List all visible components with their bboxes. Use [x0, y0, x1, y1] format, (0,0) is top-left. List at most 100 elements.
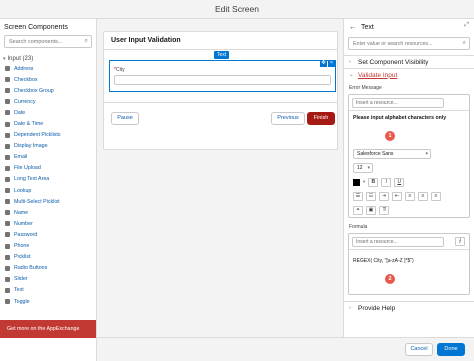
expand-icon[interactable]: ⤢ [464, 22, 469, 29]
numbered-list-icon[interactable]: ☷ [366, 191, 376, 201]
format-toolbar: ▾ B I U [349, 175, 469, 189]
validate-input-section[interactable]: ⌄ Validate Input [344, 68, 474, 81]
component-icon [5, 287, 10, 293]
component-item[interactable]: Slider [0, 274, 96, 285]
field-label: *City [114, 67, 125, 73]
bold-button[interactable]: B [368, 177, 379, 187]
error-message-body[interactable]: Please input alphabet characters only 1 [349, 111, 469, 147]
selected-text-component[interactable]: ✥ × *City [109, 60, 336, 92]
resource-search[interactable]: ⌕ [348, 37, 470, 50]
list-toolbar: ☰ ☷ ⇥ ⇤ ≡ ≡ ≡ [349, 189, 469, 203]
component-item[interactable]: Email [0, 152, 96, 163]
component-item[interactable]: Display Image [0, 141, 96, 152]
component-item[interactable]: Name [0, 207, 96, 218]
chevron-down-icon: ⌄ [349, 72, 354, 78]
component-icon [5, 165, 10, 171]
component-item[interactable]: Text [0, 285, 96, 296]
component-item[interactable]: Address [0, 63, 96, 74]
component-icon [5, 88, 10, 94]
component-item[interactable]: Dependent Picklists [0, 130, 96, 141]
component-item[interactable]: Number [0, 218, 96, 229]
component-item[interactable]: Picklist [0, 252, 96, 263]
formula-editor[interactable]: Insert a resource... ⨍ REGEX( City, "[a-… [348, 233, 470, 295]
resource-search-input[interactable] [349, 38, 457, 49]
component-label: Phone [14, 243, 30, 250]
component-item[interactable]: Currency [0, 96, 96, 107]
component-label: Checkbox Group [14, 87, 54, 94]
underline-button[interactable]: U [394, 177, 405, 187]
component-label: Multi-Select Picklist [14, 198, 60, 205]
set-visibility-section[interactable]: › Set Component Visibility [344, 55, 474, 68]
formula-label: Formula [349, 224, 368, 230]
delete-icon[interactable]: × [328, 60, 335, 67]
insert-resource-input[interactable]: Insert a resource... [352, 237, 444, 247]
pause-button[interactable]: Pause [111, 112, 139, 125]
component-icon [5, 243, 10, 249]
insert-resource-input[interactable]: Insert a resource... [352, 98, 444, 108]
italic-button[interactable]: I [381, 177, 392, 187]
clear-format-icon[interactable]: T̸ [379, 205, 389, 215]
error-message-text: Please input alphabet characters only [353, 115, 447, 121]
done-button[interactable]: Done [437, 343, 465, 356]
input-section-toggle[interactable]: ▾ Input (23) [0, 54, 96, 63]
back-arrow-icon[interactable]: ← [349, 24, 356, 31]
component-item[interactable]: Long Text Area [0, 174, 96, 185]
screen-canvas: User Input Validation Text ✥ × *City Pau… [97, 19, 343, 337]
font-size-select[interactable]: 12 ▾ [353, 163, 373, 173]
link-icon[interactable]: ⚭ [353, 205, 363, 215]
editor-resource-row: Insert a resource... [349, 95, 469, 111]
component-item[interactable]: Password [0, 229, 96, 240]
chevron-down-icon[interactable]: ▾ [363, 179, 365, 185]
component-icon [5, 188, 10, 194]
formula-function-icon[interactable]: ⨍ [455, 237, 465, 246]
align-center-icon[interactable]: ≡ [418, 191, 428, 201]
component-item[interactable]: Radio Buttons [0, 263, 96, 274]
size-toolbar: 12 ▾ [349, 161, 469, 175]
align-right-icon[interactable]: ≡ [431, 191, 441, 201]
component-item[interactable]: Date & Time [0, 118, 96, 129]
indent-icon[interactable]: ⇥ [379, 191, 389, 201]
font-family-value: Salesforce Sans [357, 151, 394, 157]
component-search[interactable]: ⌕ [4, 35, 92, 48]
formula-body[interactable]: REGEX( City, "[a-zA-Z ]*$") 2 [349, 250, 469, 294]
cancel-button[interactable]: Cancel [405, 343, 433, 356]
component-item[interactable]: Checkbox Group [0, 85, 96, 96]
chevron-down-icon: ▾ [425, 151, 428, 157]
finish-button[interactable]: Finish [307, 112, 335, 125]
component-item[interactable]: Lookup [0, 185, 96, 196]
component-item[interactable]: Toggle [0, 296, 96, 307]
appexchange-link[interactable]: Get more on the AppExchange [0, 320, 96, 339]
component-icon [5, 99, 10, 105]
error-message-editor[interactable]: Insert a resource... Please input alphab… [348, 94, 470, 218]
component-label: Address [14, 65, 34, 72]
formula-resource-row: Insert a resource... ⨍ [349, 234, 469, 250]
search-icon: ⌕ [84, 38, 88, 44]
component-label: Toggle [14, 298, 30, 305]
component-item[interactable]: Phone [0, 241, 96, 252]
align-left-icon[interactable]: ≡ [405, 191, 415, 201]
text-color-swatch[interactable] [353, 178, 360, 186]
component-search-input[interactable] [5, 36, 85, 47]
previous-button[interactable]: Previous [271, 112, 305, 125]
city-input[interactable] [114, 75, 331, 85]
bulleted-list-icon[interactable]: ☰ [353, 191, 363, 201]
field-label-text: City [115, 67, 125, 73]
component-item[interactable]: Date [0, 107, 96, 118]
input-section-label: Input (23) [7, 55, 34, 62]
font-family-select[interactable]: Salesforce Sans ▾ [353, 149, 431, 159]
component-icon [5, 121, 10, 127]
component-label: Lookup [14, 187, 32, 194]
component-item[interactable]: File Upload [0, 163, 96, 174]
outdent-icon[interactable]: ⇤ [392, 191, 402, 201]
component-item[interactable]: Multi-Select Picklist [0, 196, 96, 207]
component-item[interactable]: Checkbox [0, 74, 96, 85]
properties-header: ← Text ⤢ [344, 19, 474, 35]
provide-help-section[interactable]: › Provide Help [344, 301, 474, 314]
component-label: Password [14, 231, 38, 238]
chevron-down-icon: ▾ [3, 55, 6, 62]
formula-text: REGEX( City, "[a-zA-Z ]*$") [353, 258, 414, 264]
component-label: Name [14, 209, 29, 216]
image-icon[interactable]: ▣ [366, 205, 376, 215]
move-icon[interactable]: ✥ [320, 60, 327, 67]
component-label: Dependent Picklists [14, 132, 61, 139]
